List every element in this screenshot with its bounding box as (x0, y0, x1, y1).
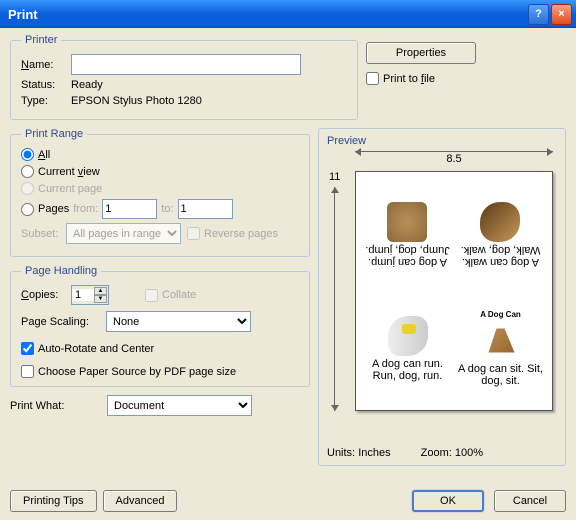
printer-name-select[interactable]: EPSON Stylus Photo 1280 (71, 54, 301, 75)
help-button[interactable]: ? (528, 4, 549, 25)
type-label: Type: (21, 95, 71, 107)
type-value: EPSON Stylus Photo 1280 (71, 95, 202, 107)
print-what-label: Print What: (10, 400, 95, 412)
preview-legend: Preview (327, 135, 557, 147)
properties-button[interactable]: Properties (366, 42, 476, 64)
print-to-file-checkbox[interactable]: Print to file (366, 72, 566, 85)
ok-button[interactable]: OK (412, 490, 484, 512)
preview-group: Preview 8.5 11 A dog can jump. Jump, dog… (318, 128, 566, 466)
page-handling-group: Page Handling Copies: ▲▼ Collate Page Sc… (10, 265, 310, 387)
spin-down-icon[interactable]: ▼ (94, 295, 107, 303)
pages-from-input[interactable] (102, 199, 157, 219)
print-to-file-label: Print to file (383, 73, 435, 85)
printing-tips-button[interactable]: Printing Tips (10, 490, 97, 512)
scaling-select[interactable]: None (106, 311, 251, 332)
subset-select: All pages in range (66, 223, 181, 244)
titlebar: Print ? × (0, 0, 576, 28)
radio-pages[interactable]: Pages from: to: (21, 199, 299, 219)
cancel-button[interactable]: Cancel (494, 490, 566, 512)
close-button[interactable]: × (551, 4, 572, 25)
name-label: Name: (21, 59, 71, 71)
auto-rotate-checkbox[interactable]: Auto-Rotate and Center (21, 342, 299, 355)
copies-spinner[interactable]: ▲▼ (71, 285, 109, 305)
reverse-checkbox: Reverse pages (187, 227, 278, 240)
status-value: Ready (71, 79, 103, 91)
printer-legend: Printer (21, 34, 61, 46)
advanced-button[interactable]: Advanced (103, 490, 178, 512)
radio-current-view[interactable]: Current view (21, 165, 299, 178)
spin-up-icon[interactable]: ▲ (94, 287, 107, 295)
preview-page: A dog can jump. Jump, dog, jump. A dog c… (355, 171, 553, 411)
print-what-select[interactable]: Document (107, 395, 252, 416)
radio-current-page: Current page (21, 182, 299, 195)
handling-legend: Page Handling (21, 265, 101, 277)
preview-width: 8.5 (361, 153, 547, 165)
print-range-group: Print Range All Current view Current pag… (10, 128, 310, 257)
preview-height: 11 (329, 171, 340, 183)
window-title: Print (8, 7, 526, 22)
preview-area: 8.5 11 A dog can jump. Jump, dog, jump. … (327, 151, 557, 441)
copies-label: Copies: (21, 289, 71, 301)
status-label: Status: (21, 79, 71, 91)
printer-group: Printer Name: EPSON Stylus Photo 1280 St… (10, 34, 358, 120)
radio-all[interactable]: All (21, 148, 299, 161)
scaling-label: Page Scaling: (21, 316, 106, 328)
choose-paper-checkbox[interactable]: Choose Paper Source by PDF page size (21, 365, 299, 378)
collate-checkbox: Collate (145, 289, 196, 302)
pages-to-input[interactable] (178, 199, 233, 219)
range-legend: Print Range (21, 128, 87, 140)
